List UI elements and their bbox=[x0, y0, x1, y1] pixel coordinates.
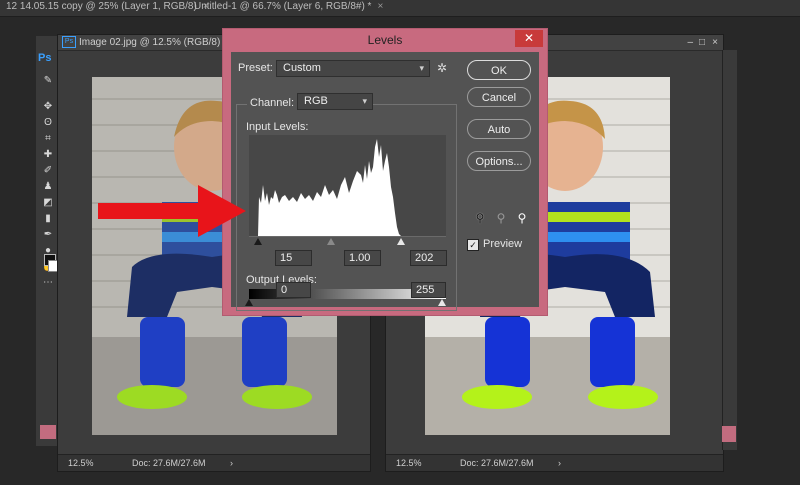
options-button[interactable]: Options... bbox=[467, 151, 531, 171]
clone-stamp-icon[interactable]: ♟ bbox=[40, 180, 56, 194]
brush-tool-icon[interactable]: ✐ bbox=[40, 164, 56, 178]
dialog-title[interactable]: Levels bbox=[223, 29, 547, 51]
tab-document-1[interactable]: 12 14.05.15 copy @ 25% (Layer 1, RGB/8) × bbox=[0, 0, 215, 16]
input-levels-label: Input Levels: bbox=[246, 121, 309, 133]
auto-button[interactable]: Auto bbox=[467, 119, 531, 139]
document-title: Image 02.jpg @ 12.5% (RGB/8) bbox=[79, 37, 221, 48]
close-icon[interactable]: × bbox=[712, 35, 718, 50]
eraser-tool-icon[interactable]: ◩ bbox=[40, 196, 56, 210]
input-black-slider[interactable] bbox=[254, 238, 262, 245]
zoom-level[interactable]: 12.5% bbox=[68, 455, 94, 471]
ps-document-icon: Ps bbox=[62, 36, 76, 49]
annotation-arrow bbox=[98, 185, 246, 237]
document-status-bar: 12.5% Doc: 27.6M/27.6M › bbox=[58, 454, 370, 471]
minimize-icon[interactable]: – bbox=[687, 35, 693, 50]
close-icon[interactable]: × bbox=[377, 1, 383, 12]
channel-select[interactable]: RGB ▾ bbox=[297, 93, 373, 110]
black-point-eyedropper-icon[interactable]: ⚲ bbox=[473, 211, 487, 225]
close-icon[interactable]: ✕ bbox=[515, 30, 543, 47]
histogram-graph bbox=[258, 139, 401, 236]
photoshop-logo: Ps bbox=[38, 52, 52, 64]
input-white-field[interactable]: 202 bbox=[410, 250, 447, 266]
status-menu-arrow-icon[interactable]: › bbox=[558, 455, 561, 471]
move-tool-icon[interactable]: ✥ bbox=[40, 100, 56, 114]
histogram-panel bbox=[249, 135, 446, 236]
channel-label: Channel: bbox=[247, 97, 298, 109]
preview-checkbox[interactable]: ✓ bbox=[467, 239, 479, 251]
document-size: Doc: 27.6M/27.6M bbox=[460, 458, 534, 468]
input-black-field[interactable]: 15 bbox=[275, 250, 312, 266]
gradient-tool-icon[interactable]: ▮ bbox=[40, 212, 56, 226]
input-gamma-slider[interactable] bbox=[327, 238, 335, 245]
pen-tool-icon[interactable]: ✒ bbox=[40, 228, 56, 242]
eyedropper-tool-icon[interactable]: ✎ bbox=[40, 74, 56, 88]
tab-label: Untitled-1 @ 66.7% (Layer 6, RGB/8#) * bbox=[194, 1, 372, 12]
levels-dialog: Levels ✕ Preset: Custom ▾ ✲ Channel: RGB ▾… bbox=[222, 28, 548, 316]
white-point-eyedropper-icon[interactable]: ⚲ bbox=[515, 211, 529, 225]
tab-label: 12 14.05.15 copy @ 25% (Layer 1, RGB/8) bbox=[6, 1, 197, 12]
more-tools-icon[interactable]: ⋯ bbox=[40, 276, 56, 290]
windows-start-icon[interactable] bbox=[40, 425, 56, 439]
document-status-bar: 12.5% Doc: 27.6M/27.6M › bbox=[386, 454, 723, 471]
preset-options-gear-icon[interactable]: ✲ bbox=[437, 60, 455, 76]
input-slider-track bbox=[249, 236, 446, 237]
channel-value: RGB bbox=[304, 95, 328, 107]
output-white-field[interactable]: 255 bbox=[411, 282, 446, 298]
output-black-field[interactable]: 0 bbox=[276, 282, 311, 298]
histogram-shape bbox=[258, 139, 401, 236]
healing-brush-icon[interactable]: ✚ bbox=[40, 148, 56, 162]
ok-button[interactable]: OK bbox=[467, 60, 531, 80]
zoom-level[interactable]: 12.5% bbox=[396, 455, 422, 471]
maximize-icon[interactable]: □ bbox=[699, 35, 705, 50]
preset-label: Preset: bbox=[238, 62, 273, 74]
input-gamma-field[interactable]: 1.00 bbox=[344, 250, 381, 266]
document-size: Doc: 27.6M/27.6M bbox=[132, 458, 206, 468]
gray-point-eyedropper-icon[interactable]: ⚲ bbox=[494, 211, 508, 225]
chevron-down-icon: ▾ bbox=[362, 96, 367, 106]
output-white-slider[interactable] bbox=[438, 299, 446, 306]
side-panel-edge bbox=[722, 50, 737, 450]
status-menu-arrow-icon[interactable]: › bbox=[230, 455, 233, 471]
lasso-tool-icon[interactable]: ʘ bbox=[40, 116, 56, 130]
preview-label: Preview bbox=[483, 238, 523, 250]
crop-tool-icon[interactable]: ⌗ bbox=[40, 132, 56, 146]
output-black-slider[interactable] bbox=[245, 299, 253, 306]
preset-select[interactable]: Custom ▾ bbox=[276, 60, 430, 77]
cancel-button[interactable]: Cancel bbox=[467, 87, 531, 107]
taskbar-icon bbox=[722, 426, 736, 442]
input-white-slider[interactable] bbox=[397, 238, 405, 245]
document-tab-bar: 12 14.05.15 copy @ 25% (Layer 1, RGB/8) ×… bbox=[0, 0, 800, 17]
preset-value: Custom bbox=[283, 62, 321, 74]
tab-document-2[interactable]: Untitled-1 @ 66.7% (Layer 6, RGB/8#) * × bbox=[188, 0, 389, 16]
chevron-down-icon: ▾ bbox=[419, 63, 424, 73]
levels-dialog-body: Preset: Custom ▾ ✲ Channel: RGB ▾ Input Le… bbox=[231, 52, 539, 311]
